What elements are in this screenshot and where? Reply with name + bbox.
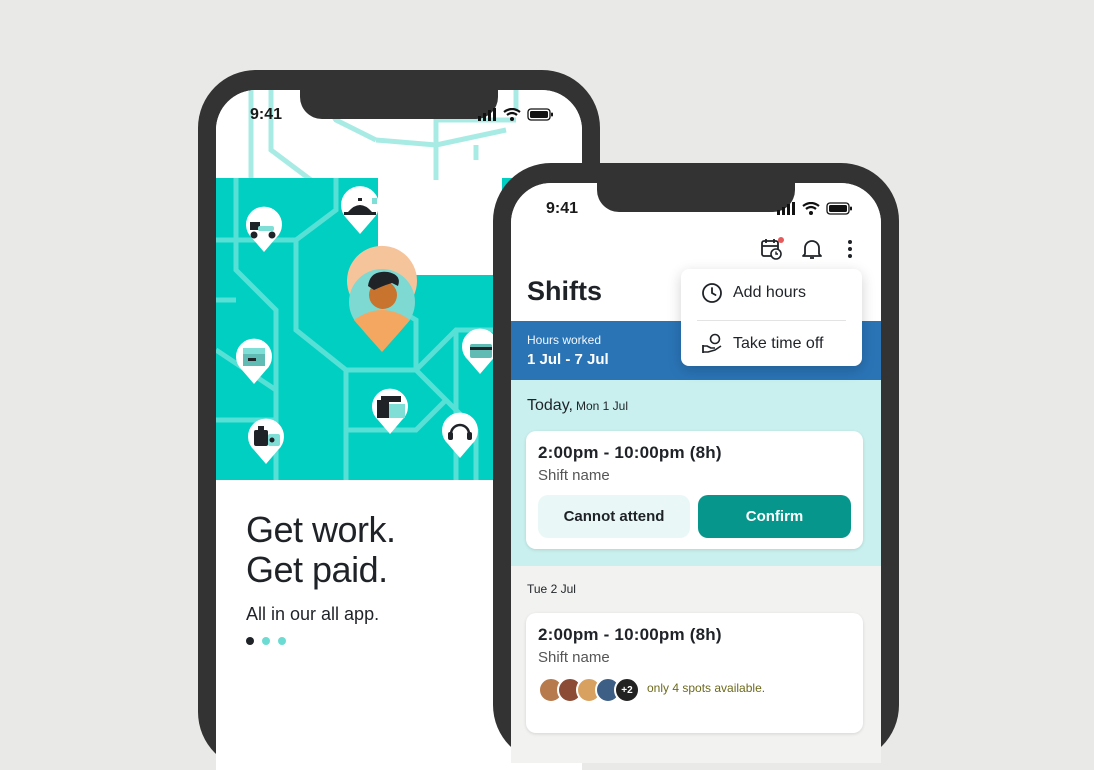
shift-card-next[interactable]: 2:00pm - 10:00pm (8h) Shift name +2 only…	[526, 613, 863, 733]
clock-icon	[702, 283, 722, 303]
menu-item-take-time-off[interactable]: Take time off	[701, 333, 823, 355]
overflow-menu: Add hours Take time off	[681, 269, 862, 366]
phone-notch	[300, 90, 498, 119]
headline-line-2: Get paid.	[246, 549, 388, 590]
status-icons	[478, 108, 553, 121]
shift-card-today[interactable]: 2:00pm - 10:00pm (8h) Shift name Cannot …	[526, 431, 863, 549]
phone-notch	[597, 183, 795, 212]
more-attendees-badge: +2	[614, 677, 640, 703]
hand-money-icon	[702, 333, 722, 353]
wifi-icon	[802, 202, 820, 215]
menu-item-label: Take time off	[733, 335, 824, 352]
next-day-heading: Tue 2 Jul	[527, 582, 576, 596]
attendee-avatars: +2	[538, 677, 640, 703]
page-title: Shifts	[527, 276, 603, 306]
carousel-dot-3[interactable]	[278, 637, 286, 645]
hero-text: Get work. Get paid. All in our all app.	[246, 510, 396, 625]
confirm-button[interactable]: Confirm	[698, 495, 851, 538]
calendar-clock-icon[interactable]	[760, 237, 784, 261]
shifts-screen: 9:41 Shifts Hours worked 1 Jul - 7 Jul T…	[511, 183, 881, 763]
battery-icon	[826, 202, 852, 215]
today-heading: Today, Mon 1 Jul	[527, 397, 628, 415]
subtitle: All in our all app.	[246, 604, 380, 624]
menu-item-add-hours[interactable]: Add hours	[701, 282, 806, 304]
hours-worked-range: 1 Jul - 7 Jul	[527, 351, 609, 368]
more-vertical-icon[interactable]	[838, 237, 862, 261]
today-date: Mon 1 Jul	[575, 399, 628, 413]
menu-divider	[697, 320, 846, 321]
notification-dot	[778, 237, 784, 243]
menu-item-label: Add hours	[733, 284, 806, 301]
bell-icon[interactable]	[800, 237, 824, 261]
shift-time: 2:00pm - 10:00pm (8h)	[538, 625, 722, 644]
signal-icon	[777, 202, 795, 215]
battery-icon	[527, 108, 553, 121]
today-section: Today, Mon 1 Jul 2:00pm - 10:00pm (8h) Sh…	[511, 380, 881, 566]
headline-line-1: Get work.	[246, 509, 396, 550]
shift-name: Shift name	[538, 649, 610, 666]
shift-time: 2:00pm - 10:00pm (8h)	[538, 443, 722, 462]
status-icons	[777, 202, 852, 215]
cannot-attend-button[interactable]: Cannot attend	[538, 495, 690, 538]
wifi-icon	[503, 108, 521, 121]
status-time: 9:41	[250, 106, 283, 123]
shifts-phone: 9:41 Shifts Hours worked 1 Jul - 7 Jul T…	[493, 163, 899, 763]
shift-name: Shift name	[538, 467, 610, 484]
carousel-dot-1[interactable]	[246, 637, 254, 645]
spots-available-text: only 4 spots available.	[647, 681, 766, 695]
signal-icon	[478, 108, 496, 121]
status-time: 9:41	[546, 200, 579, 217]
today-label: Today,	[527, 397, 573, 414]
hours-worked-label: Hours worked	[527, 333, 602, 347]
carousel-indicator	[246, 637, 286, 645]
carousel-dot-2[interactable]	[262, 637, 270, 645]
